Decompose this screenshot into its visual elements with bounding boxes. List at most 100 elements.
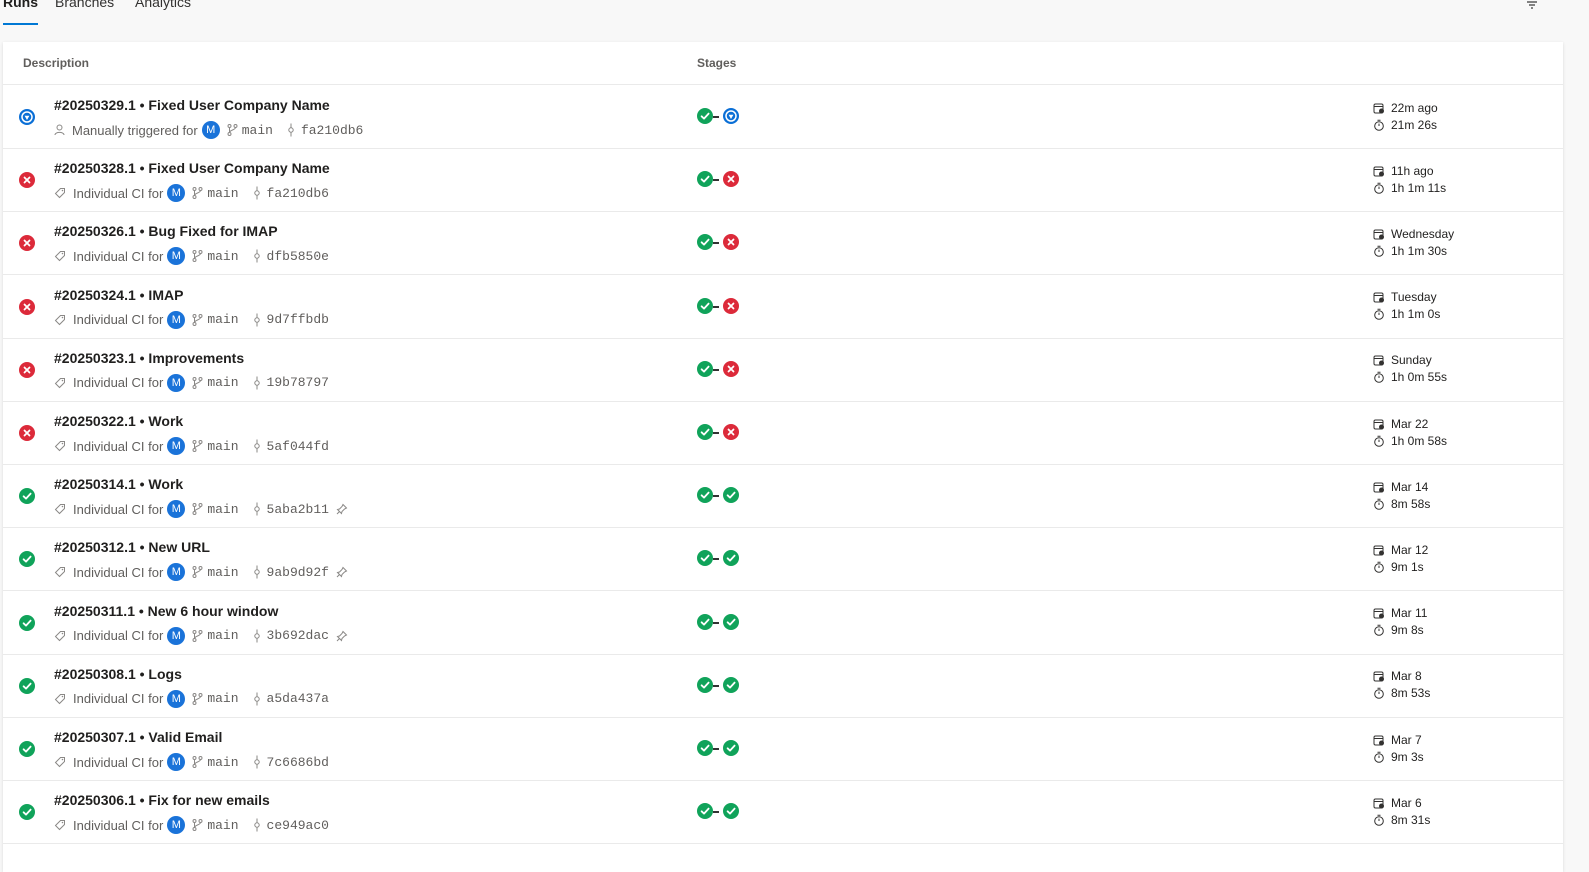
branch-name[interactable]: main: [207, 755, 238, 770]
filter-icon[interactable]: [1525, 0, 1539, 10]
run-time: 11h ago 1h 1m 11s: [1373, 162, 1446, 196]
commit-hash[interactable]: dfb5850e: [267, 249, 329, 264]
run-row[interactable]: #20250311.1 • New 6 hour window Individua…: [3, 591, 1563, 655]
run-row[interactable]: #20250306.1 • Fix for new emails Individu…: [3, 780, 1563, 845]
run-title[interactable]: #20250308.1 • Logs: [54, 666, 182, 682]
commit-icon: [253, 565, 260, 579]
run-title[interactable]: #20250326.1 • Bug Fixed for IMAP: [54, 223, 278, 239]
run-meta: Individual CI for Mmain 9ab9d92f: [54, 563, 348, 582]
branch-name[interactable]: main: [207, 375, 238, 390]
run-row[interactable]: #20250329.1 • Fixed User Company Name Man…: [3, 85, 1563, 149]
timer-icon: [1374, 308, 1384, 320]
pin-icon[interactable]: [336, 630, 348, 642]
run-time: Wednesday 1h 1m 30s: [1373, 225, 1454, 259]
branch-name[interactable]: main: [207, 502, 238, 517]
run-row[interactable]: #20250328.1 • Fixed User Company Name Ind…: [3, 148, 1563, 213]
stage-indicators[interactable]: [697, 550, 747, 568]
tab-runs[interactable]: Runs: [3, 0, 38, 16]
commit-hash[interactable]: a5da437a: [267, 691, 329, 706]
commit-icon: [253, 818, 260, 832]
run-title[interactable]: #20250324.1 • IMAP: [54, 287, 183, 303]
avatar[interactable]: M: [201, 121, 220, 139]
run-title[interactable]: #20250328.1 • Fixed User Company Name: [54, 160, 330, 176]
commit-hash[interactable]: 9d7ffbdb: [267, 312, 329, 327]
stage-connector: [713, 811, 719, 814]
run-title[interactable]: #20250314.1 • Work: [54, 476, 183, 492]
stage-indicators[interactable]: [697, 360, 747, 379]
commit-hash[interactable]: 5af044fd: [267, 439, 329, 454]
stage-indicators[interactable]: [697, 740, 747, 758]
table-header: Description Stages: [3, 42, 1563, 85]
run-title[interactable]: #20250306.1 • Fix for new emails: [54, 792, 270, 808]
stage-indicators[interactable]: [697, 803, 747, 821]
avatar[interactable]: M: [167, 816, 186, 835]
run-when: Tuesday: [1391, 290, 1437, 305]
avatar[interactable]: M: [167, 184, 186, 203]
avatar[interactable]: M: [167, 500, 186, 519]
tab-analytics[interactable]: Analytics: [135, 0, 191, 16]
stage-indicators[interactable]: [697, 171, 747, 189]
run-row[interactable]: #20250323.1 • Improvements Individual CI …: [3, 338, 1563, 402]
branch-name[interactable]: main: [242, 123, 273, 138]
run-row[interactable]: #20250326.1 • Bug Fixed for IMAP Individu…: [3, 211, 1563, 276]
run-when: Mar 11: [1391, 606, 1428, 621]
run-row[interactable]: #20250322.1 • Work Individual CI for Mmain…: [3, 401, 1563, 465]
branch-name[interactable]: main: [207, 439, 238, 454]
run-row[interactable]: #20250324.1 • IMAP Individual CI for Mmain…: [3, 275, 1563, 339]
stage-indicators[interactable]: [697, 297, 747, 316]
stage-indicators[interactable]: [697, 676, 747, 695]
run-meta: Individual CI for Mmain dfb5850e: [54, 247, 329, 266]
commit-hash[interactable]: 3b692dac: [267, 628, 329, 643]
run-row[interactable]: #20250312.1 • New URL Individual CI for Mm…: [3, 527, 1563, 592]
active-tab-indicator: [3, 23, 38, 25]
commit-hash[interactable]: 7c6686bd: [267, 755, 329, 770]
stage-indicators[interactable]: [697, 487, 747, 505]
stage-indicators[interactable]: [697, 108, 747, 126]
avatar[interactable]: M: [167, 373, 186, 392]
run-title[interactable]: #20250311.1 • New 6 hour window: [54, 603, 278, 619]
stage-indicators[interactable]: [697, 613, 747, 632]
run-when: Sunday: [1391, 353, 1432, 368]
pin-icon[interactable]: [336, 503, 348, 515]
run-row[interactable]: #20250314.1 • Work Individual CI for Mmain…: [3, 464, 1563, 529]
commit-hash[interactable]: 19b78797: [267, 375, 329, 390]
run-row[interactable]: #20250307.1 • Valid Email Individual CI f…: [3, 717, 1563, 781]
status-failed-icon: [19, 361, 35, 378]
branch-name[interactable]: main: [207, 312, 238, 327]
avatar[interactable]: M: [167, 437, 186, 455]
stage-indicators[interactable]: [697, 234, 747, 252]
stage-success-icon: [697, 234, 713, 251]
commit-hash[interactable]: fa210db6: [301, 123, 363, 138]
avatar[interactable]: M: [167, 626, 186, 645]
branch-name[interactable]: main: [207, 565, 238, 580]
run-meta: Individual CI for Mmain 3b692dac: [54, 626, 348, 645]
branch-name[interactable]: main: [207, 818, 238, 833]
avatar[interactable]: M: [167, 247, 186, 266]
stage-connector: [713, 305, 719, 308]
stage-indicators[interactable]: [697, 424, 747, 442]
pin-icon[interactable]: [336, 566, 348, 578]
run-title[interactable]: #20250307.1 • Valid Email: [54, 729, 222, 745]
tab-branches[interactable]: Branches: [55, 0, 114, 16]
run-when: 11h ago: [1391, 163, 1434, 178]
run-row[interactable]: #20250308.1 • Logs Individual CI for Mmain…: [3, 654, 1563, 718]
branch-name[interactable]: main: [207, 249, 238, 264]
avatar[interactable]: M: [167, 689, 186, 708]
commit-icon: [253, 376, 260, 390]
run-title[interactable]: #20250312.1 • New URL: [54, 539, 210, 555]
branch-name[interactable]: main: [207, 186, 238, 201]
commit-hash[interactable]: 5aba2b11: [267, 502, 329, 517]
commit-hash[interactable]: 9ab9d92f: [267, 565, 329, 580]
branch-icon: [192, 692, 203, 705]
branch-name[interactable]: main: [207, 628, 238, 643]
avatar[interactable]: M: [167, 563, 186, 582]
avatar[interactable]: M: [167, 310, 186, 329]
run-title[interactable]: #20250329.1 • Fixed User Company Name: [54, 97, 330, 113]
branch-name[interactable]: main: [207, 691, 238, 706]
avatar[interactable]: M: [167, 753, 186, 771]
commit-hash[interactable]: fa210db6: [267, 186, 329, 201]
run-title[interactable]: #20250322.1 • Work: [54, 413, 183, 429]
stage-success-icon: [697, 487, 713, 504]
run-title[interactable]: #20250323.1 • Improvements: [54, 350, 244, 366]
commit-hash[interactable]: ce949ac0: [267, 818, 329, 833]
